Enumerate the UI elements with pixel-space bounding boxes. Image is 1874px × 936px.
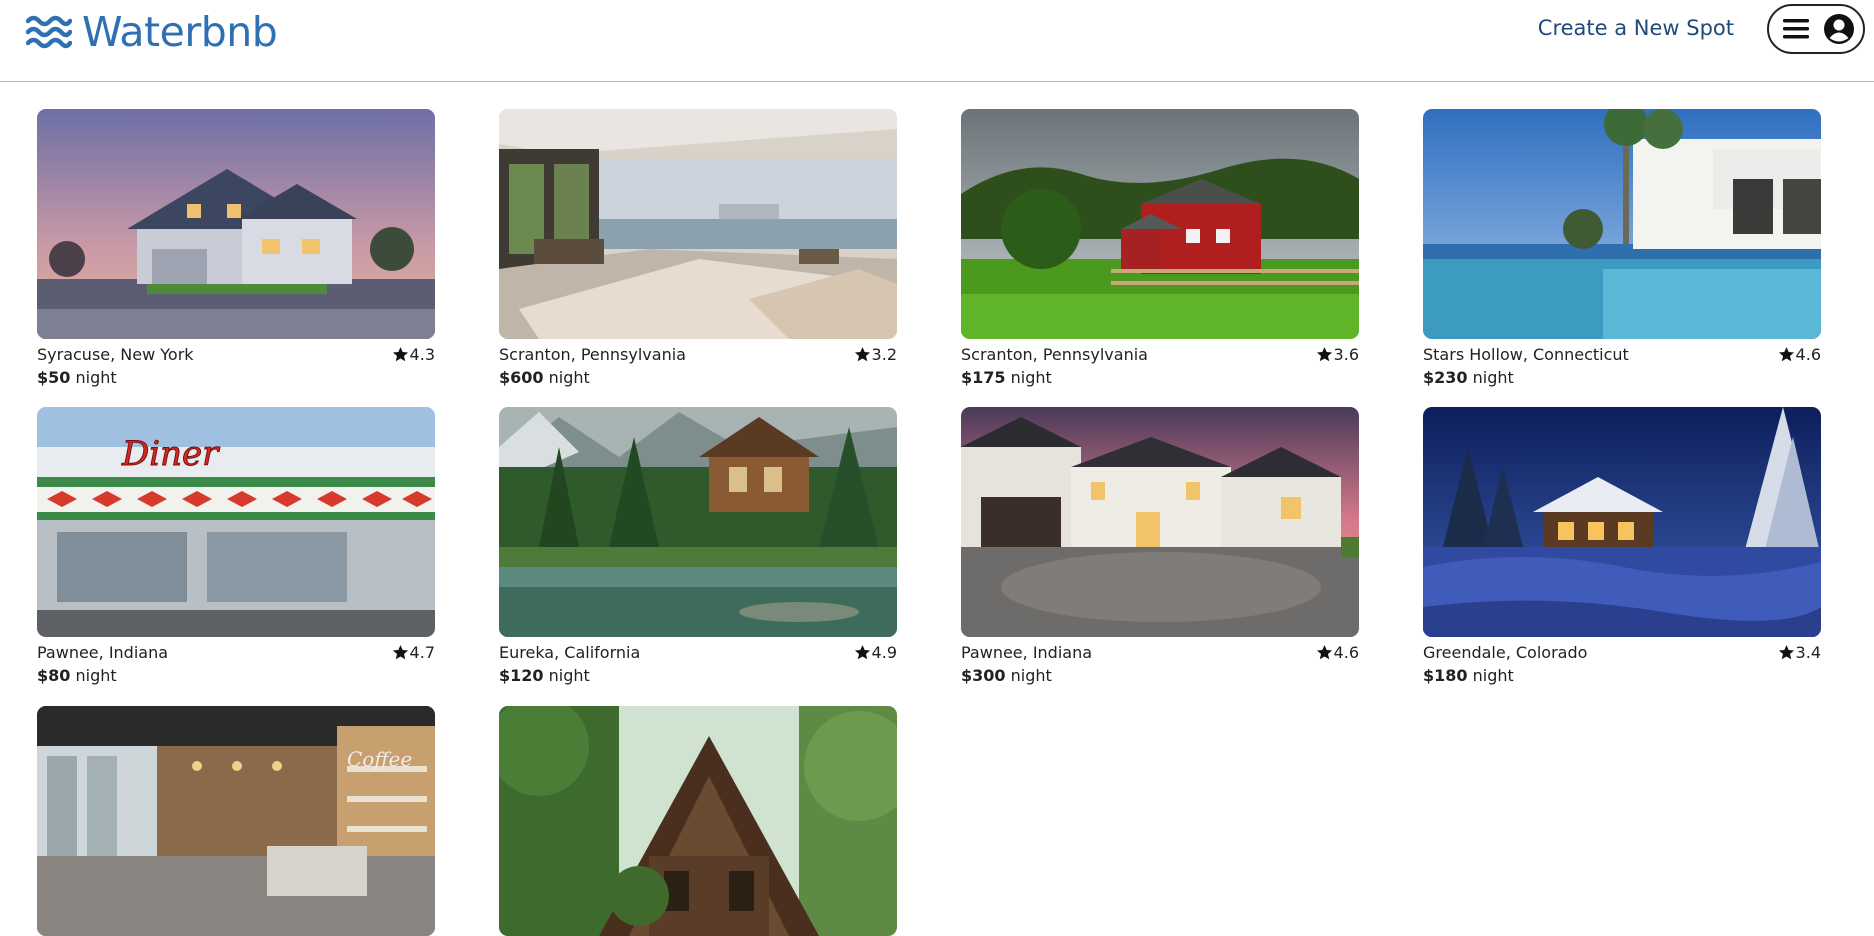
listing-location: Syracuse, New York	[37, 344, 194, 364]
listing-price: $300	[961, 666, 1006, 685]
listing-rating: 4.3	[392, 345, 435, 364]
listing-card[interactable]: Eureka, California 4.9 $120 night	[499, 407, 897, 688]
listing-rating: 3.2	[854, 345, 897, 364]
listing-location: Greendale, Colorado	[1423, 642, 1588, 662]
lake-cabin-photo[interactable]	[499, 407, 897, 637]
listing-price: $80	[37, 666, 71, 685]
diner-photo[interactable]: Diner	[37, 407, 435, 637]
listing-rating: 4.7	[392, 643, 435, 662]
listing-price: $230	[1423, 368, 1468, 387]
rating-value: 4.7	[409, 642, 435, 662]
rating-value: 4.3	[409, 344, 435, 364]
listing-card[interactable]: Stars Hollow, Connecticut 4.6 $230 night	[1423, 109, 1821, 390]
price-unit: night	[1010, 368, 1052, 387]
listing-card[interactable]: Pawnee, Indiana 4.6 $300 night	[961, 407, 1359, 688]
star-icon	[1778, 346, 1794, 361]
star-icon	[1778, 644, 1794, 659]
rating-value: 3.2	[871, 344, 897, 364]
listing-location: Scranton, Pennsylvania	[961, 344, 1148, 364]
rating-value: 4.6	[1333, 642, 1359, 662]
star-icon	[1316, 644, 1332, 659]
coffee-shop-photo[interactable]: Coffee	[37, 706, 435, 936]
listing-rating: 4.6	[1778, 345, 1821, 364]
listing-location: Pawnee, Indiana	[37, 642, 169, 662]
svg-text:Coffee: Coffee	[347, 747, 412, 771]
top-nav: Waterbnb Create a New Spot	[0, 0, 1874, 82]
star-icon	[392, 346, 408, 361]
hamburger-icon	[1783, 19, 1809, 39]
listing-card[interactable]	[499, 706, 897, 936]
listing-card[interactable]: Coffee	[37, 706, 435, 936]
star-icon	[854, 644, 870, 659]
rating-value: 4.6	[1795, 344, 1821, 364]
suburban-house-photo[interactable]	[37, 109, 435, 339]
brand-name: Waterbnb	[82, 8, 278, 56]
listing-location: Stars Hollow, Connecticut	[1423, 344, 1629, 364]
listing-card[interactable]: Scranton, Pennsylvania 3.6 $175 night	[961, 109, 1359, 390]
listing-location: Scranton, Pennsylvania	[499, 344, 686, 364]
listing-card[interactable]: Scranton, Pennsylvania 3.2 $600 night	[499, 109, 897, 390]
listing-rating: 3.4	[1778, 643, 1821, 662]
star-icon	[1316, 346, 1332, 361]
listing-price: $175	[961, 368, 1006, 387]
brand-logo[interactable]: Waterbnb	[26, 8, 278, 56]
listing-rating: 4.6	[1316, 643, 1359, 662]
listing-price: $600	[499, 368, 544, 387]
price-unit: night	[75, 666, 117, 685]
infinity-pool-villa-photo[interactable]	[1423, 109, 1821, 339]
listing-rating: 3.6	[1316, 345, 1359, 364]
price-unit: night	[1472, 666, 1514, 685]
waves-icon	[26, 15, 72, 49]
listing-card[interactable]: Greendale, Colorado 3.4 $180 night	[1423, 407, 1821, 688]
listing-price: $120	[499, 666, 544, 685]
star-icon	[854, 346, 870, 361]
listing-location: Eureka, California	[499, 642, 641, 662]
price-unit: night	[548, 368, 590, 387]
forest-a-frame-photo[interactable]	[499, 706, 897, 936]
modern-farmhouse-photo[interactable]	[961, 407, 1359, 637]
listing-location: Pawnee, Indiana	[961, 642, 1093, 662]
rating-value: 3.6	[1333, 344, 1359, 364]
listing-card[interactable]: Syracuse, New York 4.3 $50 night	[37, 109, 435, 390]
rating-value: 3.4	[1795, 642, 1821, 662]
price-unit: night	[75, 368, 117, 387]
listing-card[interactable]: Diner Pawnee, Indiana 4.7 $80 night	[37, 407, 435, 688]
snowy-chalet-photo[interactable]	[1423, 407, 1821, 637]
listing-price: $50	[37, 368, 71, 387]
listing-price: $180	[1423, 666, 1468, 685]
price-unit: night	[548, 666, 590, 685]
user-circle-icon	[1824, 14, 1854, 44]
rating-value: 4.9	[871, 642, 897, 662]
price-unit: night	[1010, 666, 1052, 685]
create-spot-link[interactable]: Create a New Spot	[1538, 16, 1734, 40]
svg-text:Diner: Diner	[121, 434, 220, 474]
price-unit: night	[1472, 368, 1514, 387]
listing-rating: 4.9	[854, 643, 897, 662]
star-icon	[392, 644, 408, 659]
profile-menu-button[interactable]	[1767, 4, 1865, 54]
red-barn-photo[interactable]	[961, 109, 1359, 339]
waterfront-bedroom-photo[interactable]	[499, 109, 897, 339]
